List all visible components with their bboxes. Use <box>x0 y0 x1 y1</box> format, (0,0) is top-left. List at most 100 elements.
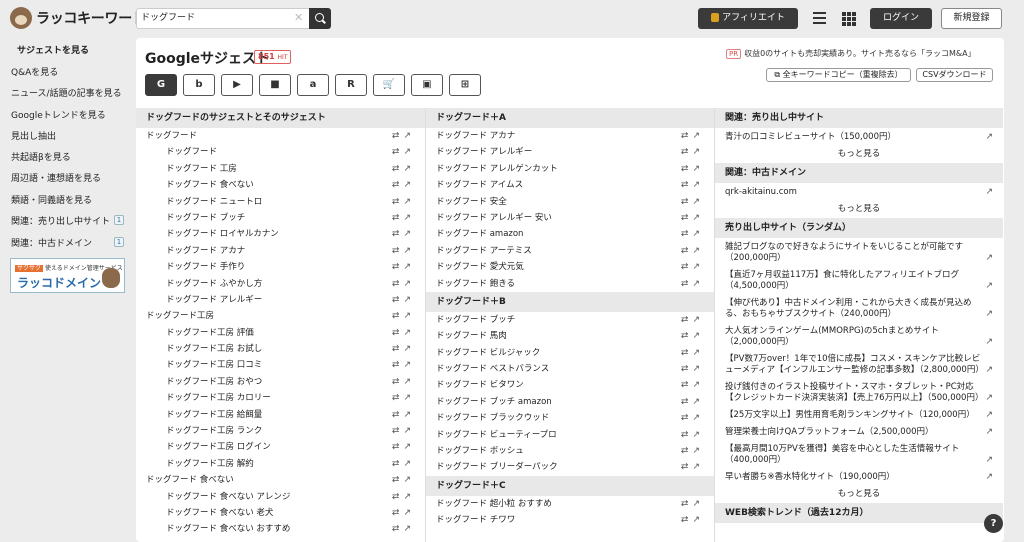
more-link[interactable]: もっと見る <box>715 200 1003 218</box>
external-link-icon[interactable]: ↗ <box>692 397 704 407</box>
retweet-icon[interactable]: ⇄ <box>681 397 693 407</box>
external-link-icon[interactable]: ↗ <box>403 475 415 485</box>
external-link-icon[interactable]: ↗ <box>403 262 415 272</box>
keyword-row[interactable]: ドッグフード ⇄↗ <box>136 128 425 144</box>
listing-text[interactable]: 雑記ブログなので好きなようにサイトをいじることが可能です（200,000円） <box>725 242 963 263</box>
external-link-icon[interactable]: ↗ <box>692 262 704 272</box>
keyword-text[interactable]: ドッグフード工房 評価 <box>166 328 254 338</box>
external-link-icon[interactable]: ↗ <box>403 164 415 174</box>
external-link-icon[interactable]: ↗ <box>985 281 993 292</box>
external-link-icon[interactable]: ↗ <box>403 508 415 518</box>
keyword-text[interactable]: ドッグフード工房 <box>146 311 214 321</box>
sidebar-item-cooccurrence[interactable]: 共起語βを見る <box>11 150 71 163</box>
external-link-icon[interactable]: ↗ <box>692 348 704 358</box>
external-link-icon[interactable]: ↗ <box>403 328 415 338</box>
external-link-icon[interactable]: ↗ <box>692 164 704 174</box>
retweet-icon[interactable]: ⇄ <box>392 164 404 174</box>
external-link-icon[interactable]: ↗ <box>985 337 993 348</box>
external-link-icon[interactable]: ↗ <box>403 279 415 289</box>
external-link-icon[interactable]: ↗ <box>403 393 415 403</box>
external-link-icon[interactable]: ↗ <box>985 410 993 421</box>
keyword-text[interactable]: ドッグフード ビルジャック <box>436 348 540 358</box>
keyword-text[interactable]: ドッグフード ロイヤルカナン <box>166 229 279 239</box>
listing-text[interactable]: 大人気オンラインゲーム(MMORPG)の5chまとめサイト（2,000,000円… <box>725 326 939 347</box>
keyword-row[interactable]: ドッグフード工房 口コミ ⇄↗ <box>136 357 425 373</box>
keyword-text[interactable]: ドッグフード ブラックウッド <box>436 413 549 423</box>
external-link-icon[interactable]: ↗ <box>692 331 704 341</box>
external-link-icon[interactable]: ↗ <box>403 197 415 207</box>
copy-all-keywords-button[interactable]: ⧉ 全キーワードコピー（重複除去） <box>766 68 911 82</box>
retweet-icon[interactable]: ⇄ <box>392 393 404 403</box>
keyword-text[interactable]: ドッグフード アーテミス <box>436 246 532 256</box>
keyword-row[interactable]: ドッグフード 安全 ⇄↗ <box>426 194 714 210</box>
retweet-icon[interactable]: ⇄ <box>392 279 404 289</box>
keyword-text[interactable]: ドッグフード ベストバランス <box>436 364 549 374</box>
keyword-text[interactable]: ドッグフード ブッチ <box>166 213 245 223</box>
keyword-text[interactable]: ドッグフード工房 お試し <box>166 344 262 354</box>
external-link-icon[interactable]: ↗ <box>692 229 704 239</box>
clear-icon[interactable]: ✕ <box>294 11 303 24</box>
external-link-icon[interactable]: ↗ <box>692 499 704 509</box>
retweet-icon[interactable]: ⇄ <box>681 315 693 325</box>
retweet-icon[interactable]: ⇄ <box>681 180 693 190</box>
keyword-text[interactable]: ドッグフード ボッシュ <box>436 446 524 456</box>
keyword-row[interactable]: ドッグフード アレルゲンカット ⇄↗ <box>426 161 714 177</box>
listing-text[interactable]: 早い者勝ち※香水特化サイト（190,000円） <box>725 472 895 482</box>
external-link-icon[interactable]: ↗ <box>692 279 704 289</box>
more-link[interactable]: もっと見る <box>715 485 1003 503</box>
keyword-row[interactable]: ドッグフード 食べない 老犬 ⇄↗ <box>136 505 425 521</box>
retweet-icon[interactable]: ⇄ <box>681 462 693 472</box>
listing-text[interactable]: 青汁の口コミレビューサイト（150,000円） <box>725 132 896 142</box>
external-link-icon[interactable]: ↗ <box>985 393 993 404</box>
keyword-text[interactable]: ドッグフード アカナ <box>436 131 515 141</box>
external-link-icon[interactable]: ↗ <box>985 455 993 466</box>
external-link-icon[interactable]: ↗ <box>403 180 415 190</box>
keyword-row[interactable]: ドッグフード 愛犬元気 ⇄↗ <box>426 259 714 275</box>
retweet-icon[interactable]: ⇄ <box>392 524 404 534</box>
external-link-icon[interactable]: ↗ <box>985 132 993 143</box>
keyword-text[interactable]: ドッグフード工房 口コミ <box>166 360 262 370</box>
listing-text[interactable]: 投げ銭付きのイラスト投稿サイト・スマホ・タブレット・PC対応【クレジットカード決… <box>725 382 983 403</box>
retweet-icon[interactable]: ⇄ <box>392 360 404 370</box>
sidebar-item-suggest[interactable]: サジェストを見る <box>17 43 89 56</box>
keyword-row[interactable]: ドッグフード 飽きる ⇄↗ <box>426 276 714 292</box>
csv-download-button[interactable]: CSVダウンロード <box>916 68 993 82</box>
retweet-icon[interactable]: ⇄ <box>681 348 693 358</box>
retweet-icon[interactable]: ⇄ <box>392 377 404 387</box>
keyword-text[interactable]: ドッグフード 工房 <box>166 164 237 174</box>
external-link-icon[interactable]: ↗ <box>403 410 415 420</box>
sidebar-item-headings[interactable]: 見出し抽出 <box>11 129 56 142</box>
listing-item[interactable]: 雑記ブログなので好きなようにサイトをいじることが可能です（200,000円） ↗ <box>715 238 1003 266</box>
keyword-text[interactable]: ドッグフード 食べない <box>166 180 254 190</box>
keyword-row[interactable]: ドッグフード 馬肉 ⇄↗ <box>426 328 714 344</box>
keyword-text[interactable]: ドッグフード 食べない アレンジ <box>166 492 290 502</box>
keyword-text[interactable]: ドッグフード 食べない おすすめ <box>166 524 290 534</box>
retweet-icon[interactable]: ⇄ <box>392 213 404 223</box>
sidebar-item-associations[interactable]: 周辺語・連想語を見る <box>11 171 101 184</box>
site-logo[interactable]: ラッコキーワード <box>10 7 146 29</box>
external-link-icon[interactable]: ↗ <box>692 315 704 325</box>
search-button[interactable] <box>309 8 331 29</box>
keyword-row[interactable]: ドッグフード amazon ⇄↗ <box>426 226 714 242</box>
retweet-icon[interactable]: ⇄ <box>681 147 693 157</box>
keyword-text[interactable]: ドッグフード amazon <box>436 229 523 239</box>
retweet-icon[interactable]: ⇄ <box>681 515 693 525</box>
keyword-row[interactable]: ドッグフード ふやかし方 ⇄↗ <box>136 276 425 292</box>
keyword-text[interactable]: ドッグフード ブッチ <box>436 315 515 325</box>
retweet-icon[interactable]: ⇄ <box>392 442 404 452</box>
keyword-text[interactable]: ドッグフード 食べない 老犬 <box>166 508 273 518</box>
hamburger-menu-icon[interactable] <box>813 12 826 24</box>
retweet-icon[interactable]: ⇄ <box>392 147 404 157</box>
external-link-icon[interactable]: ↗ <box>692 197 704 207</box>
keyword-row[interactable]: ドッグフード ニュートロ ⇄↗ <box>136 194 425 210</box>
keyword-text[interactable]: ドッグフード アイムス <box>436 180 523 190</box>
retweet-icon[interactable]: ⇄ <box>681 131 693 141</box>
engine-tab-bing[interactable]: b <box>183 74 215 96</box>
keyword-text[interactable]: ドッグフード工房 解約 <box>166 459 254 469</box>
keyword-row[interactable]: ドッグフード アレルギー ⇄↗ <box>426 144 714 160</box>
keyword-row[interactable]: ドッグフード工房 カロリー ⇄↗ <box>136 390 425 406</box>
engine-tab-image[interactable]: ▣ <box>411 74 443 96</box>
listing-item[interactable]: 【PV数7万over！1年で10倍に成長】コスメ・スキンケア比較レビューメディア… <box>715 350 1003 378</box>
keyword-text[interactable]: ドッグフード工房 カロリー <box>166 393 271 403</box>
engine-tab-google[interactable]: G <box>145 74 177 96</box>
